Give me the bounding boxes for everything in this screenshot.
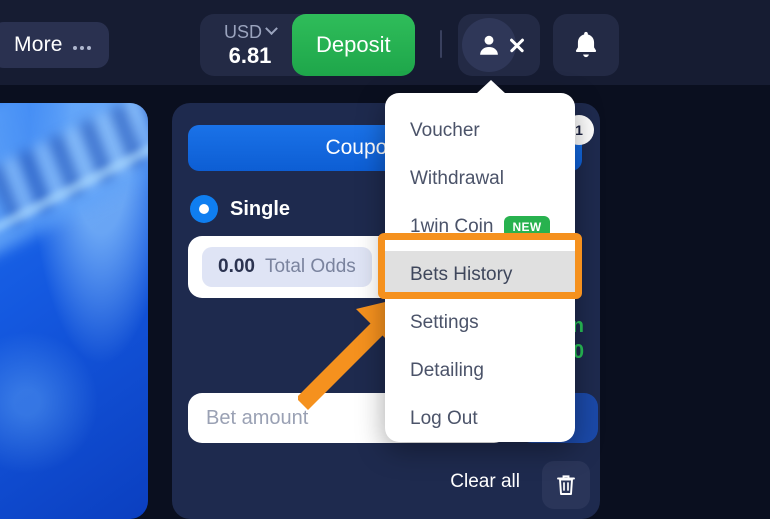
total-odds-pill: 0.00 Total Odds [202, 247, 372, 287]
total-odds-label: Total Odds [264, 256, 356, 277]
currency-label: USD [224, 21, 263, 42]
notifications-button[interactable] [553, 14, 619, 76]
menu-item-detailing[interactable]: Detailing [385, 347, 575, 395]
radio-selected-icon [190, 195, 218, 223]
trash-icon [557, 475, 575, 495]
bet-amount-placeholder: Bet amount [206, 406, 309, 429]
delete-bets-button[interactable] [542, 461, 590, 509]
menu-item-voucher-label: Voucher [410, 120, 480, 141]
deposit-button-label: Deposit [316, 32, 391, 57]
currency-selector[interactable]: USD [224, 21, 278, 42]
menu-item-voucher[interactable]: Voucher [385, 107, 575, 155]
deposit-button[interactable]: Deposit [292, 14, 415, 76]
menu-item-settings[interactable]: Settings [385, 299, 575, 347]
menu-item-withdrawal[interactable]: Withdrawal [385, 155, 575, 203]
menu-item-settings-label: Settings [410, 312, 479, 333]
ellipsis-icon [72, 45, 91, 50]
total-odds-value: 0.00 [218, 256, 255, 277]
menu-item-log-out-label: Log Out [410, 408, 478, 429]
bet-slip-footer: Clear all [188, 461, 590, 509]
close-icon[interactable] [508, 36, 526, 54]
app-root: More USD 6.81 Deposit Coupon 1 Single 0.… [0, 0, 770, 519]
bet-type-single[interactable]: Single [190, 195, 290, 223]
top-header-bar: More USD 6.81 Deposit [0, 0, 770, 85]
bell-icon [575, 31, 597, 58]
menu-item-withdrawal-label: Withdrawal [410, 168, 504, 189]
balance-amount: 6.81 [228, 42, 272, 68]
annotation-highlight-box [378, 233, 582, 299]
chevron-down-icon [265, 22, 278, 36]
menu-item-detailing-label: Detailing [410, 360, 484, 381]
profile-menu-button[interactable] [458, 14, 540, 76]
wallet-balance-widget[interactable]: USD 6.81 Deposit [200, 14, 415, 76]
promo-banner-image[interactable] [0, 103, 148, 519]
bet-type-single-label: Single [230, 197, 291, 220]
header-divider [440, 30, 442, 58]
user-icon [480, 35, 498, 55]
dropdown-notch [476, 80, 506, 94]
clear-all-button[interactable]: Clear all [450, 471, 520, 493]
more-button[interactable]: More [0, 22, 109, 68]
menu-item-log-out[interactable]: Log Out [385, 395, 575, 443]
more-button-label: More [14, 33, 63, 56]
